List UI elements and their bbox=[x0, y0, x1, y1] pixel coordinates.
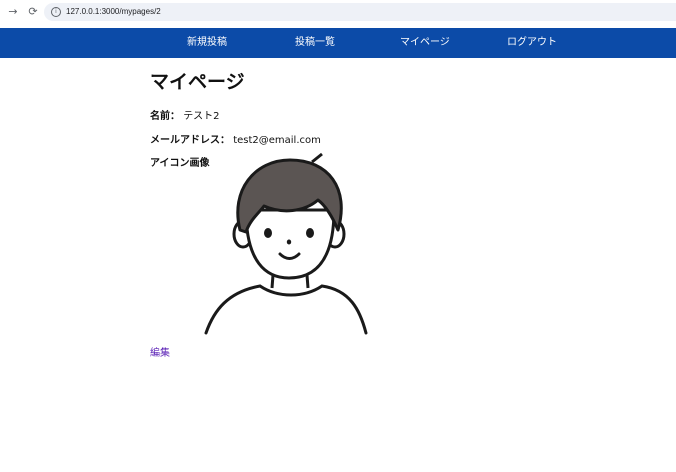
name-row: 名前： テスト2 bbox=[150, 110, 220, 124]
nav-post-list[interactable]: 投稿一覧 bbox=[295, 28, 335, 58]
name-label: 名前： bbox=[150, 111, 180, 122]
reload-icon[interactable]: ⟳ bbox=[26, 5, 40, 19]
nav-mypage[interactable]: マイページ bbox=[400, 28, 450, 58]
url-text[interactable]: 127.0.0.1:3000/mypages/2 bbox=[66, 5, 161, 19]
address-bar[interactable]: i 127.0.0.1:3000/mypages/2 bbox=[44, 3, 676, 21]
nav-new-post[interactable]: 新規投稿 bbox=[187, 28, 227, 58]
email-row: メールアドレス： test2@email.com bbox=[150, 134, 321, 148]
email-value: test2@email.com bbox=[233, 135, 321, 146]
avatar-image bbox=[204, 152, 368, 335]
site-navbar: 新規投稿 投稿一覧 マイページ ログアウト bbox=[0, 28, 676, 58]
browser-toolbar: → ⟳ i 127.0.0.1:3000/mypages/2 bbox=[0, 0, 676, 26]
edit-link[interactable]: 編集 bbox=[150, 347, 170, 361]
site-info-icon[interactable]: i bbox=[51, 7, 61, 17]
name-value: テスト2 bbox=[183, 111, 220, 122]
email-label: メールアドレス： bbox=[150, 135, 230, 146]
page-title: マイページ bbox=[150, 71, 245, 93]
nav-logout[interactable]: ログアウト bbox=[507, 28, 557, 58]
back-arrow-icon[interactable]: → bbox=[6, 5, 20, 19]
